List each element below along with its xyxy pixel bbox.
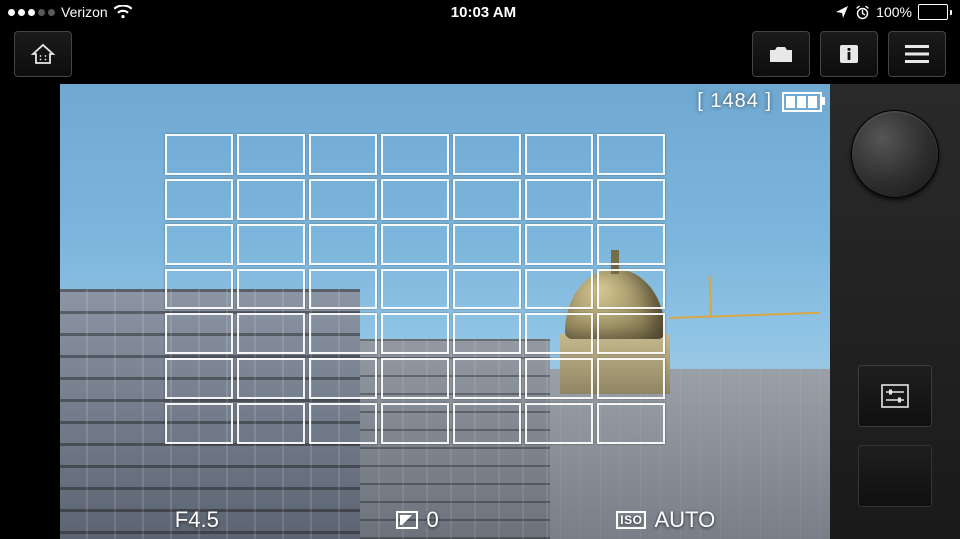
af-point[interactable] bbox=[381, 224, 449, 265]
af-point[interactable] bbox=[165, 179, 233, 220]
iso-value: AUTO bbox=[654, 507, 715, 533]
af-point[interactable] bbox=[165, 134, 233, 175]
af-point[interactable] bbox=[165, 403, 233, 444]
af-point[interactable] bbox=[381, 269, 449, 310]
af-point[interactable] bbox=[453, 179, 521, 220]
location-arrow-icon bbox=[835, 5, 849, 19]
af-point[interactable] bbox=[165, 269, 233, 310]
battery-percent-label: 100% bbox=[876, 4, 912, 20]
af-point[interactable] bbox=[453, 134, 521, 175]
wifi-icon bbox=[114, 5, 132, 19]
af-point[interactable] bbox=[453, 313, 521, 354]
af-point[interactable] bbox=[453, 269, 521, 310]
top-bar bbox=[0, 24, 960, 84]
menu-button[interactable] bbox=[888, 31, 946, 77]
live-view[interactable]: [ 1484 ] F4.5 0 ISO AUTO bbox=[60, 84, 830, 539]
shots-remaining-label: [ 1484 ] bbox=[697, 90, 772, 113]
menu-icon bbox=[905, 45, 929, 63]
home-button[interactable] bbox=[14, 31, 72, 77]
af-point[interactable] bbox=[525, 358, 593, 399]
af-point[interactable] bbox=[309, 269, 377, 310]
af-point[interactable] bbox=[597, 179, 665, 220]
exposure-comp-icon bbox=[396, 511, 418, 529]
battery-icon bbox=[918, 4, 952, 20]
viewfinder-top-right: [ 1484 ] bbox=[697, 90, 822, 113]
clock-label: 10:03 AM bbox=[451, 4, 516, 21]
af-point[interactable] bbox=[597, 224, 665, 265]
exposure-comp-value: 0 bbox=[426, 507, 438, 533]
info-button[interactable] bbox=[820, 31, 878, 77]
af-point[interactable] bbox=[453, 358, 521, 399]
af-point[interactable] bbox=[525, 313, 593, 354]
exposure-comp-readout[interactable]: 0 bbox=[396, 507, 438, 533]
af-point[interactable] bbox=[237, 358, 305, 399]
af-point[interactable] bbox=[597, 313, 665, 354]
af-point[interactable] bbox=[165, 224, 233, 265]
right-sidebar bbox=[830, 84, 960, 539]
af-point[interactable] bbox=[309, 403, 377, 444]
shutter-button[interactable] bbox=[851, 110, 939, 198]
viewfinder-bottom-bar: F4.5 0 ISO AUTO bbox=[60, 507, 830, 533]
af-point[interactable] bbox=[165, 313, 233, 354]
af-point[interactable] bbox=[525, 403, 593, 444]
af-point[interactable] bbox=[309, 358, 377, 399]
af-point[interactable] bbox=[165, 358, 233, 399]
af-point[interactable] bbox=[381, 403, 449, 444]
cell-signal-icon bbox=[8, 9, 55, 16]
camera-icon bbox=[767, 43, 795, 65]
af-point[interactable] bbox=[381, 179, 449, 220]
info-icon bbox=[838, 43, 860, 65]
home-icon bbox=[30, 43, 56, 65]
ios-status-bar: Verizon 10:03 AM 100% bbox=[0, 0, 960, 24]
aperture-value: F4.5 bbox=[175, 507, 219, 533]
af-point[interactable] bbox=[453, 224, 521, 265]
autofocus-grid[interactable] bbox=[165, 134, 665, 444]
app-root: [ 1484 ] F4.5 0 ISO AUTO bbox=[0, 24, 960, 539]
carrier-label: Verizon bbox=[61, 4, 108, 20]
af-point[interactable] bbox=[525, 224, 593, 265]
af-point[interactable] bbox=[237, 134, 305, 175]
af-point[interactable] bbox=[237, 269, 305, 310]
gallery-button[interactable] bbox=[752, 31, 810, 77]
af-point[interactable] bbox=[525, 134, 593, 175]
status-left: Verizon bbox=[8, 4, 132, 20]
af-point[interactable] bbox=[597, 403, 665, 444]
camera-battery-icon bbox=[782, 92, 822, 112]
af-point[interactable] bbox=[453, 403, 521, 444]
iso-readout[interactable]: ISO AUTO bbox=[616, 507, 715, 533]
af-point[interactable] bbox=[597, 134, 665, 175]
af-point[interactable] bbox=[597, 358, 665, 399]
af-point[interactable] bbox=[309, 313, 377, 354]
af-point[interactable] bbox=[309, 224, 377, 265]
sliders-icon bbox=[880, 383, 910, 409]
af-point[interactable] bbox=[237, 313, 305, 354]
af-point[interactable] bbox=[237, 403, 305, 444]
status-right: 100% bbox=[835, 4, 952, 20]
af-point[interactable] bbox=[597, 269, 665, 310]
af-point[interactable] bbox=[237, 179, 305, 220]
alarm-clock-icon bbox=[855, 5, 870, 20]
af-point[interactable] bbox=[309, 134, 377, 175]
aperture-readout[interactable]: F4.5 bbox=[175, 507, 219, 533]
af-point[interactable] bbox=[381, 313, 449, 354]
af-point[interactable] bbox=[525, 179, 593, 220]
af-point[interactable] bbox=[309, 179, 377, 220]
af-point[interactable] bbox=[381, 134, 449, 175]
af-point[interactable] bbox=[381, 358, 449, 399]
af-point[interactable] bbox=[237, 224, 305, 265]
secondary-slot-button[interactable] bbox=[858, 445, 932, 507]
settings-sliders-button[interactable] bbox=[858, 365, 932, 427]
iso-icon: ISO bbox=[616, 511, 646, 529]
af-point[interactable] bbox=[525, 269, 593, 310]
